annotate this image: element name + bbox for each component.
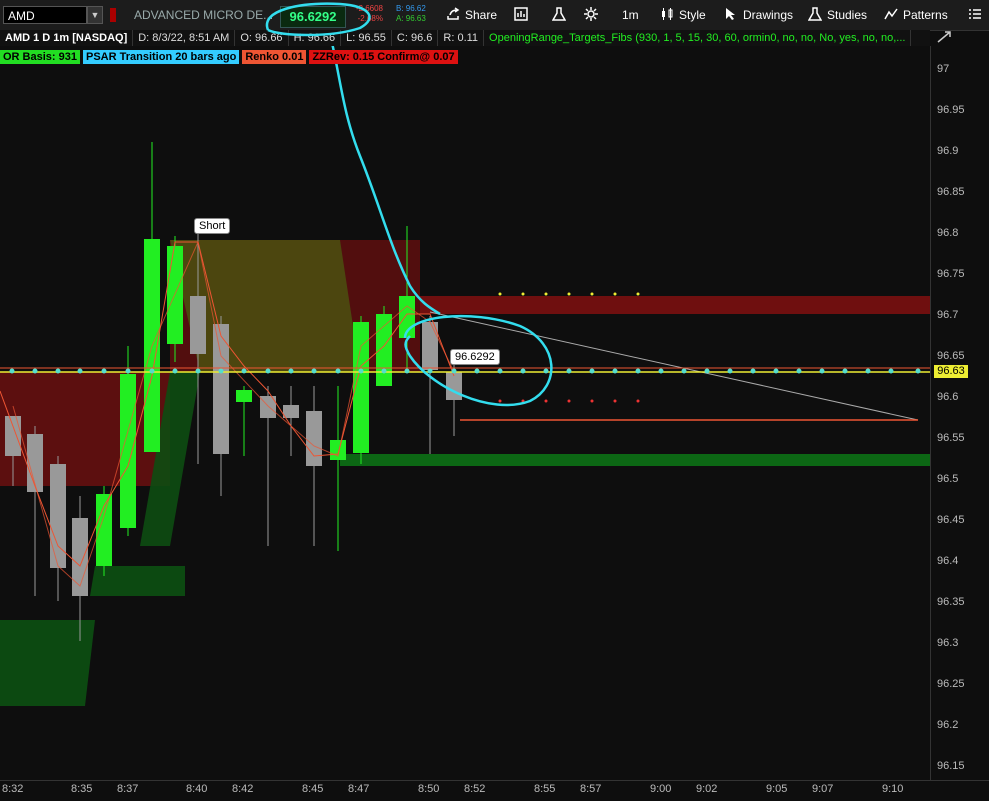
patterns-icon xyxy=(884,8,898,20)
ask-price: A: 96.63 xyxy=(396,14,426,23)
style-button[interactable]: Style xyxy=(660,5,706,25)
x-tick: 8:32 xyxy=(2,783,24,795)
study-name[interactable]: OpeningRange_Targets_Fibs (930, 1, 5, 15… xyxy=(484,30,912,46)
studies-flask-icon xyxy=(808,7,822,21)
x-tick: 8:42 xyxy=(232,783,254,795)
price-axis[interactable]: 97 96.95 96.9 96.85 96.8 96.75 96.7 96.6… xyxy=(930,46,989,780)
psar-label: PSAR Transition 20 bars ago xyxy=(82,50,240,64)
x-tick: 8:52 xyxy=(464,783,486,795)
price-chart[interactable] xyxy=(0,46,930,780)
top-toolbar: AMD ▼ ADVANCED MICRO DE... 96.6292 -2.66… xyxy=(0,0,989,31)
price-box-annotation xyxy=(265,2,371,37)
bid-price: B: 96.62 xyxy=(396,4,426,13)
x-tick: 8:45 xyxy=(302,783,324,795)
patterns-label: Patterns xyxy=(903,8,948,22)
x-tick: 8:57 xyxy=(580,783,602,795)
x-tick: 9:02 xyxy=(696,783,718,795)
studies-button[interactable]: Studies xyxy=(808,5,867,25)
renko-label: Renko 0.01 xyxy=(242,50,307,64)
y-tick: 96.3 xyxy=(937,637,959,649)
x-tick: 8:35 xyxy=(71,783,93,795)
y-tick: 96.45 xyxy=(937,514,965,526)
chart-info-bar: AMD 1 D 1m [NASDAQ] D: 8/3/22, 8:51 AM O: … xyxy=(0,30,930,46)
x-tick: 8:37 xyxy=(117,783,139,795)
dashboard-icon xyxy=(514,7,528,21)
bar-range: R: 0.11 xyxy=(438,30,485,46)
y-tick: 96.75 xyxy=(937,268,965,280)
settings-button[interactable] xyxy=(584,5,603,25)
red-target-dots xyxy=(498,399,640,403)
x-tick: 9:05 xyxy=(766,783,788,795)
short-callout: Short xyxy=(194,218,231,234)
studies-label: Studies xyxy=(827,8,868,22)
share-label: Share xyxy=(465,8,498,22)
menu-button[interactable] xyxy=(968,5,987,25)
y-tick: 96.4 xyxy=(937,555,959,567)
price-callout: 96.6292 xyxy=(450,349,500,365)
symbol-dropdown-icon[interactable]: ▼ xyxy=(87,6,103,24)
y-tick: 96.15 xyxy=(937,760,965,772)
y-tick: 96.85 xyxy=(937,186,965,198)
x-tick: 8:40 xyxy=(186,783,208,795)
y-tick: 96.35 xyxy=(937,596,965,608)
or-zone-green-left xyxy=(0,620,95,706)
candles-icon xyxy=(662,8,673,20)
x-tick: 8:50 xyxy=(418,783,440,795)
y-tick: 96.2 xyxy=(937,719,959,731)
flask-button[interactable] xyxy=(552,5,571,25)
y-tick: 96.5 xyxy=(937,473,959,485)
x-tick: 8:47 xyxy=(348,783,370,795)
y-tick: 96.8 xyxy=(937,227,959,239)
share-icon xyxy=(447,7,460,20)
y-tick: 96.95 xyxy=(937,104,965,116)
study-labels: OR Basis: 931 PSAR Transition 20 bars ago… xyxy=(0,50,461,66)
time-axis[interactable]: 8:32 8:35 8:37 8:40 8:42 8:45 8:47 8:50 … xyxy=(0,780,989,801)
target-zone-red xyxy=(420,296,930,314)
drawings-button[interactable]: Drawings xyxy=(724,5,793,25)
zzrev-label: ZZRev: 0.15 Confirm@ 0.07 xyxy=(309,50,458,64)
current-price-tag: 96.63 xyxy=(934,365,968,378)
y-tick: 96.55 xyxy=(937,432,965,444)
symbol-flag-icon[interactable] xyxy=(110,8,116,22)
dashboard-button[interactable] xyxy=(514,5,533,25)
company-name: ADVANCED MICRO DE... xyxy=(134,8,274,22)
bar-date: D: 8/3/22, 8:51 AM xyxy=(133,30,236,46)
x-tick: 9:10 xyxy=(882,783,904,795)
y-tick: 96.25 xyxy=(937,678,965,690)
x-tick: 8:55 xyxy=(534,783,556,795)
flask-icon xyxy=(552,7,566,21)
y-tick: 96.65 xyxy=(937,350,965,362)
style-label: Style xyxy=(679,8,706,22)
target-zone-green xyxy=(340,454,930,466)
yellow-target-dots xyxy=(498,292,640,296)
cursor-icon xyxy=(726,8,735,20)
drawings-label: Drawings xyxy=(743,8,794,22)
y-tick: 97 xyxy=(937,63,950,75)
patterns-button[interactable]: Patterns xyxy=(884,5,948,25)
share-button[interactable]: Share xyxy=(446,5,497,25)
timeframe-button[interactable]: 1m xyxy=(622,5,639,25)
x-tick: 9:00 xyxy=(650,783,672,795)
bar-close: C: 96.6 xyxy=(392,30,439,46)
gear-icon xyxy=(584,7,598,21)
x-tick: 9:07 xyxy=(812,783,834,795)
y-tick: 96.6 xyxy=(937,391,959,403)
or-basis-label: OR Basis: 931 xyxy=(0,50,80,64)
list-menu-icon xyxy=(969,9,981,19)
symbol-input[interactable]: AMD xyxy=(3,6,87,24)
expand-icon[interactable] xyxy=(936,30,954,46)
bid-ask: B: 96.62 A: 96.63 xyxy=(396,4,426,24)
y-tick: 96.7 xyxy=(937,309,959,321)
y-tick: 96.9 xyxy=(937,145,959,157)
chart-symbol: AMD 1 D 1m [NASDAQ] xyxy=(0,30,134,46)
